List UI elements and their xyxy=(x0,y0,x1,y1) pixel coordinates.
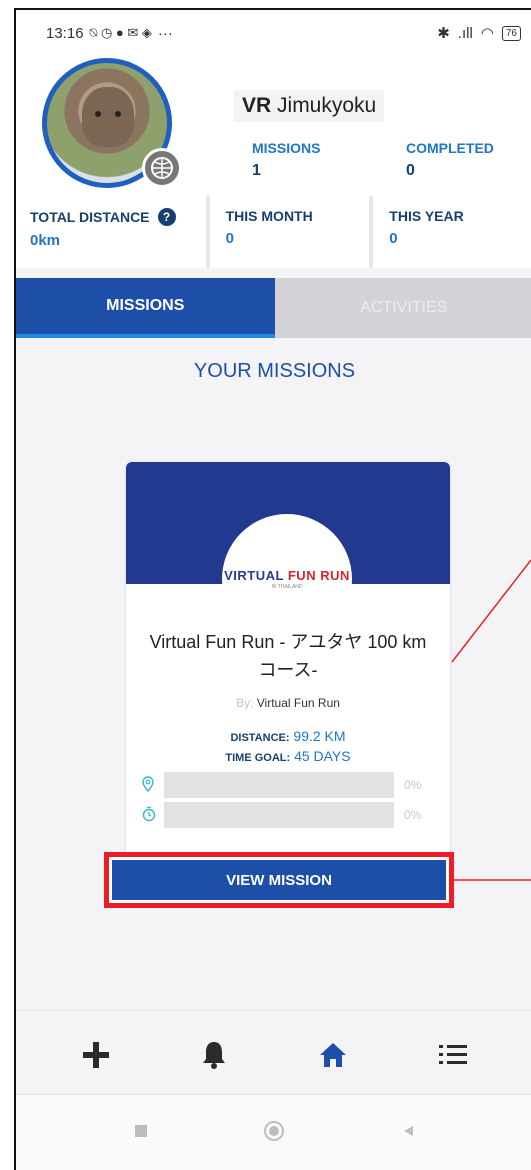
logo-subtext: IN THAILAND xyxy=(271,584,303,590)
tab-activities[interactable]: ACTIVITIES xyxy=(274,278,531,338)
missions-stat-value: 1 xyxy=(252,162,261,179)
this-month-label: THIS MONTH xyxy=(225,208,313,224)
bell-icon[interactable] xyxy=(201,1040,227,1075)
tab-missions[interactable]: MISSIONS xyxy=(16,278,275,338)
phone-screen: 13:16 ⍉ ◷ ● ✉ ◈ ··· ✱ .ıll ◠ 76 VR Jimuk… xyxy=(14,8,531,1170)
avatar-eye xyxy=(115,111,121,117)
user-name-rest: Jimukyoku xyxy=(271,94,377,117)
distance-progress: 0% xyxy=(142,772,436,798)
distance-progress-percent: 0% xyxy=(404,778,422,792)
time-goal-label: TIME GOAL: xyxy=(225,752,291,764)
globe-badge-icon xyxy=(142,148,182,188)
battery-icon: 76 xyxy=(501,25,521,41)
completed-stat-label: COMPLETED xyxy=(406,140,494,156)
distance-progress-bar xyxy=(164,772,394,798)
missions-stat: MISSIONS 1 xyxy=(252,140,320,180)
this-year-value: 0 xyxy=(389,230,398,247)
back-icon[interactable] xyxy=(401,1124,415,1143)
wifi-icon: ◠ xyxy=(480,25,494,42)
this-year-label: THIS YEAR xyxy=(389,208,464,224)
logo-text-b: FUN RUN xyxy=(287,568,350,583)
this-year-cell: THIS YEAR 0 xyxy=(373,196,531,268)
summary-row: TOTAL DISTANCE? 0km THIS MONTH 0 THIS YE… xyxy=(16,196,531,268)
mission-distance: DISTANCE: 99.2 KM xyxy=(126,728,450,744)
section-title: YOUR MISSIONS xyxy=(193,360,356,382)
time-progress-bar xyxy=(164,802,394,828)
total-distance-label: TOTAL DISTANCE xyxy=(30,209,150,225)
more-icon: ··· xyxy=(157,24,173,42)
time-progress: 0% xyxy=(142,802,436,828)
bottom-nav-divider xyxy=(16,1010,531,1011)
user-name: VR Jimukyoku xyxy=(234,90,385,122)
distance-value: 99.2 KM xyxy=(293,728,346,744)
menu-icon[interactable] xyxy=(438,1042,468,1073)
mission-card[interactable]: VIRTUAL FUN RUN IN THAILAND Virtual Fun … xyxy=(126,462,450,877)
help-icon[interactable]: ? xyxy=(157,208,176,226)
mission-time-goal: TIME GOAL: 45 DAYS xyxy=(126,748,450,764)
tab-bar: MISSIONS ACTIVITIES xyxy=(16,278,531,338)
total-distance-value: 0km xyxy=(30,232,61,249)
signal-icon: .ıll xyxy=(457,24,473,42)
avatar-eye xyxy=(95,111,101,117)
location-pin-icon xyxy=(142,775,160,795)
avatar-face xyxy=(82,87,134,147)
this-month-value: 0 xyxy=(225,230,234,247)
status-time: 13:16 xyxy=(46,24,84,42)
clock-icon xyxy=(142,806,160,825)
missions-stat-label: MISSIONS xyxy=(252,140,321,156)
mission-logo: VIRTUAL FUN RUN IN THAILAND xyxy=(222,514,352,644)
time-progress-percent: 0% xyxy=(404,808,422,822)
view-mission-button[interactable]: VIEW MISSION xyxy=(112,860,446,900)
bluetooth-icon: ✱ xyxy=(437,25,450,42)
this-month-cell: THIS MONTH 0 xyxy=(209,196,370,268)
mission-banner: VIRTUAL FUN RUN IN THAILAND xyxy=(126,462,450,644)
mission-logo-text: VIRTUAL FUN RUN xyxy=(224,568,350,583)
completed-stat-value: 0 xyxy=(406,162,415,179)
logo-text-a: VIRTUAL xyxy=(224,568,288,583)
globe-icon xyxy=(151,157,173,179)
total-distance-cell: TOTAL DISTANCE? 0km xyxy=(16,196,206,268)
view-mission-highlight: VIEW MISSION xyxy=(104,852,454,908)
plus-icon[interactable] xyxy=(81,1040,111,1075)
recents-icon[interactable] xyxy=(134,1124,148,1143)
mission-title: Virtual Fun Run - アユタヤ 100 km コース- xyxy=(149,632,427,680)
completed-stat: COMPLETED 0 xyxy=(406,140,494,180)
notification-icons: ⍉ ◷ ● ✉ ◈ xyxy=(89,25,152,40)
user-name-bold: VR xyxy=(242,94,272,117)
by-name: Virtual Fun Run xyxy=(256,696,340,710)
bottom-nav xyxy=(16,1026,531,1088)
system-nav xyxy=(16,1094,531,1170)
distance-label: DISTANCE: xyxy=(230,732,290,744)
status-bar: 13:16 ⍉ ◷ ● ✉ ◈ ··· ✱ .ıll ◠ 76 xyxy=(16,10,531,56)
profile-header: VR Jimukyoku MISSIONS 1 COMPLETED 0 xyxy=(16,56,531,196)
home-icon[interactable] xyxy=(318,1041,348,1074)
mission-by: By: Virtual Fun Run xyxy=(126,696,450,710)
home-circle-icon[interactable] xyxy=(263,1120,285,1147)
by-prefix: By: xyxy=(236,696,254,710)
time-goal-value: 45 DAYS xyxy=(294,748,351,764)
